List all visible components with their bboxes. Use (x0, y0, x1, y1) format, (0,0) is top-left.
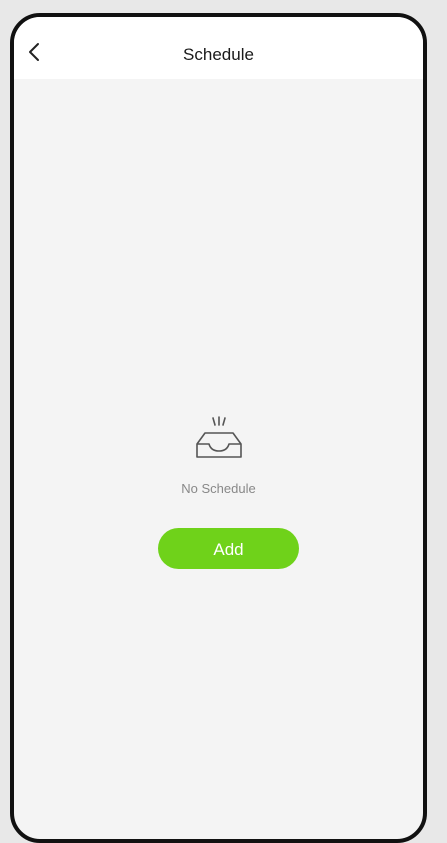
add-schedule-button[interactable]: Add (158, 528, 299, 569)
page-title: Schedule (183, 45, 254, 64)
navigation-bar: Schedule (14, 17, 423, 79)
phone-frame: Schedule No Schedule Add (10, 13, 427, 843)
empty-state-message: No Schedule (181, 481, 256, 496)
empty-inbox-tray-icon (191, 414, 247, 462)
empty-state: No Schedule (14, 414, 423, 496)
